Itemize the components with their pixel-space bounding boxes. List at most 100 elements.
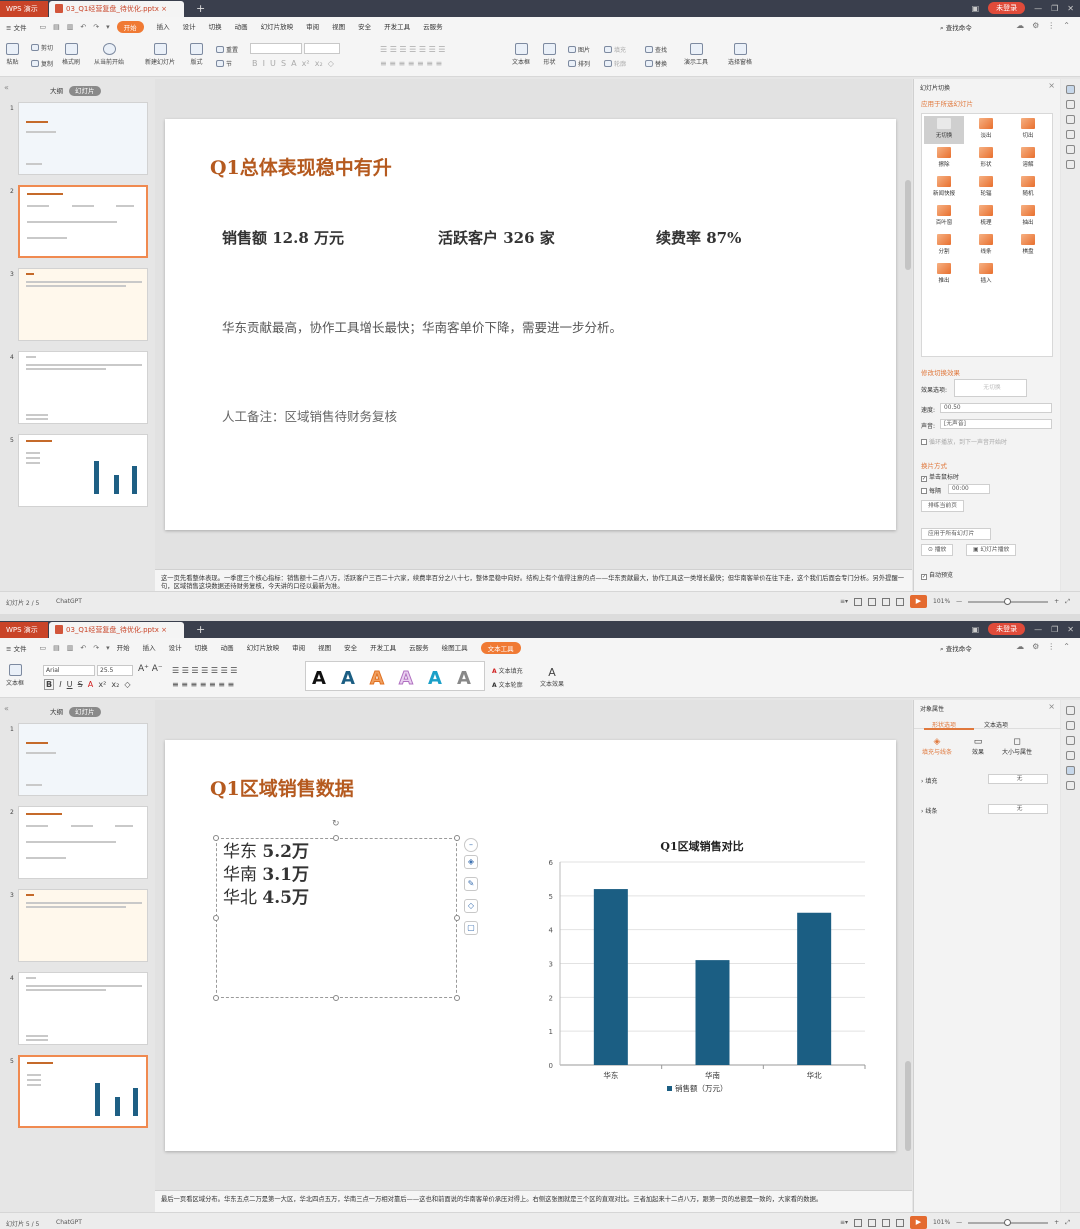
transition-item[interactable]: 棋盘: [1008, 232, 1048, 260]
share-icon[interactable]: [1066, 100, 1075, 109]
fit-window-icon[interactable]: ⤢: [1065, 598, 1070, 606]
transition-item[interactable]: 推出: [924, 261, 964, 289]
reset-button[interactable]: 重置: [216, 45, 238, 54]
zoom-in-button[interactable]: +: [1054, 598, 1059, 605]
slide-thumbnail-5[interactable]: [18, 1055, 148, 1128]
pen-icon[interactable]: ✎: [464, 877, 478, 891]
font-size-box[interactable]: [304, 43, 340, 54]
search-command[interactable]: ⌕ 查找命令: [940, 643, 972, 654]
transition-item[interactable]: 淡出: [966, 116, 1006, 144]
region-textbox[interactable]: 华东 5.2万 华南 3.1万 华北 4.5万: [216, 838, 457, 998]
resize-handle[interactable]: [213, 995, 219, 1001]
fill-select[interactable]: 无: [988, 774, 1048, 784]
minimize-button[interactable]: —: [1034, 4, 1042, 13]
line-select[interactable]: 无: [988, 804, 1048, 814]
file-menu[interactable]: ≡ 文件: [6, 22, 27, 32]
picture-button[interactable]: 图片: [568, 45, 590, 54]
play-from-current-button[interactable]: 从当前开始: [94, 43, 124, 66]
menu-9[interactable]: 开发工具: [370, 642, 396, 654]
save-icon[interactable]: ▤: [53, 23, 60, 31]
paragraph-buttons[interactable]: ☰ ☰ ☰ ☰ ☰ ☰ ☰: [172, 666, 237, 675]
text-outline-button[interactable]: A 文本轮廓: [492, 680, 523, 689]
collapse-panel-icon[interactable]: «: [4, 83, 9, 92]
resize-handle[interactable]: [454, 915, 460, 921]
font-style-buttons[interactable]: B I U S A x² x₂ ◇: [44, 679, 131, 690]
maximize-button[interactable]: ❐: [1051, 4, 1058, 13]
close-pane-icon[interactable]: ×: [1048, 702, 1055, 711]
outline-button[interactable]: 轮廓: [604, 59, 626, 68]
search-command[interactable]: ⌕ 查找命令: [940, 22, 972, 33]
close-pane-icon[interactable]: ×: [1048, 81, 1055, 90]
rehearse-button[interactable]: 排练当前页: [921, 500, 964, 512]
menu-12[interactable]: 文本工具: [480, 642, 521, 654]
copy-button[interactable]: 复制: [31, 59, 53, 68]
collapse-float-icon[interactable]: –: [464, 838, 478, 852]
undo-icon[interactable]: ↶: [80, 23, 86, 31]
print-icon[interactable]: ▥: [67, 644, 74, 652]
transition-item[interactable]: 线条: [966, 232, 1006, 260]
zoom-out-button[interactable]: —: [956, 1219, 962, 1226]
wps-home-tab[interactable]: WPS 演示: [0, 622, 48, 638]
collapse-panel-icon[interactable]: «: [4, 704, 9, 713]
apply-all-button[interactable]: 应用于所有幻灯片: [921, 528, 991, 540]
dropdown-icon[interactable]: ▾: [106, 644, 110, 652]
find-button[interactable]: 查找: [645, 45, 667, 54]
transition-item[interactable]: 轮辐: [966, 174, 1006, 202]
slide-thumbnail-4[interactable]: [18, 351, 148, 424]
section-button[interactable]: 节: [216, 59, 232, 68]
presentation-tools-button[interactable]: 演示工具: [684, 43, 708, 66]
paste-button[interactable]: 粘贴: [6, 43, 19, 66]
menu-9[interactable]: 开发工具: [384, 21, 410, 33]
transition-item[interactable]: 分割: [924, 232, 964, 260]
zoom-slider[interactable]: [968, 1218, 1049, 1226]
new-slide-button[interactable]: 新建幻灯片: [145, 43, 175, 66]
undo-icon[interactable]: ↶: [80, 644, 86, 652]
vertical-scrollbar[interactable]: [905, 721, 911, 1181]
fill-line-tab[interactable]: ◈ 填充与线条: [922, 737, 952, 756]
loop-checkbox[interactable]: 循环播放，到下一声音开始时: [921, 437, 1007, 446]
print-icon[interactable]: ▥: [67, 23, 74, 31]
sorter-view-icon[interactable]: [868, 597, 876, 606]
paragraph-buttons[interactable]: ☰ ☰ ☰ ☰ ☰ ☰ ☰: [380, 45, 445, 54]
collapse-ribbon-icon[interactable]: ⌃: [1063, 21, 1070, 30]
settings-icon[interactable]: ⚙: [1032, 21, 1039, 30]
speed-input[interactable]: 00.50: [940, 403, 1052, 413]
wordart-style-6[interactable]: A: [457, 668, 471, 689]
kpi-renewal[interactable]: 续费率 87%: [656, 227, 741, 248]
file-menu[interactable]: ≡ 文件: [6, 643, 27, 653]
auto-preview-checkbox[interactable]: ✓ 自动预览: [921, 570, 953, 580]
sliders-icon[interactable]: [1066, 766, 1075, 775]
resize-handle[interactable]: [333, 835, 339, 841]
fit-window-icon[interactable]: ⤢: [1065, 1219, 1070, 1227]
effects-tab[interactable]: ▭ 效果: [972, 737, 984, 756]
zoom-slider[interactable]: [968, 597, 1049, 605]
menu-2[interactable]: 设计: [169, 642, 182, 654]
save-icon[interactable]: ▤: [53, 644, 60, 652]
resize-handle[interactable]: [454, 995, 460, 1001]
normal-view-icon[interactable]: [854, 1218, 862, 1227]
menu-0[interactable]: 开始: [117, 642, 130, 654]
redo-icon[interactable]: ↷: [93, 23, 99, 31]
menu-3[interactable]: 切换: [209, 21, 222, 33]
zoom-level[interactable]: 101%: [933, 1219, 950, 1226]
align-buttons[interactable]: ≡ ≡ ≡ ≡ ≡ ≡ ≡: [380, 59, 442, 68]
effect-options-select[interactable]: 无切换: [954, 379, 1027, 397]
slide-thumbnail-1[interactable]: [18, 723, 148, 796]
font-style-buttons[interactable]: B I U S A x² x₂ ◇: [252, 59, 334, 68]
wordart-style-1[interactable]: A: [312, 668, 326, 689]
text-options-tab[interactable]: 文本选项: [984, 720, 1008, 729]
gallery-icon[interactable]: [1066, 736, 1075, 745]
slide-title[interactable]: Q1总体表现稳中有升: [210, 153, 392, 180]
menu-7[interactable]: 视图: [318, 642, 331, 654]
wordart-style-3[interactable]: A: [370, 668, 385, 690]
slides-tab[interactable]: 幻灯片: [69, 707, 101, 717]
font-size-box[interactable]: 25.5: [97, 665, 133, 676]
rotate-handle-icon[interactable]: ↻: [332, 819, 340, 829]
slide-thumbnail-1[interactable]: [18, 102, 148, 175]
menu-0[interactable]: 开始: [116, 21, 144, 33]
maximize-button[interactable]: ❐: [1051, 625, 1058, 634]
transition-item[interactable]: 形状: [966, 145, 1006, 173]
vertical-scrollbar[interactable]: [905, 100, 911, 560]
cut-button[interactable]: 剪切: [31, 43, 53, 52]
play-button[interactable]: ⊙ 播放: [921, 544, 954, 556]
